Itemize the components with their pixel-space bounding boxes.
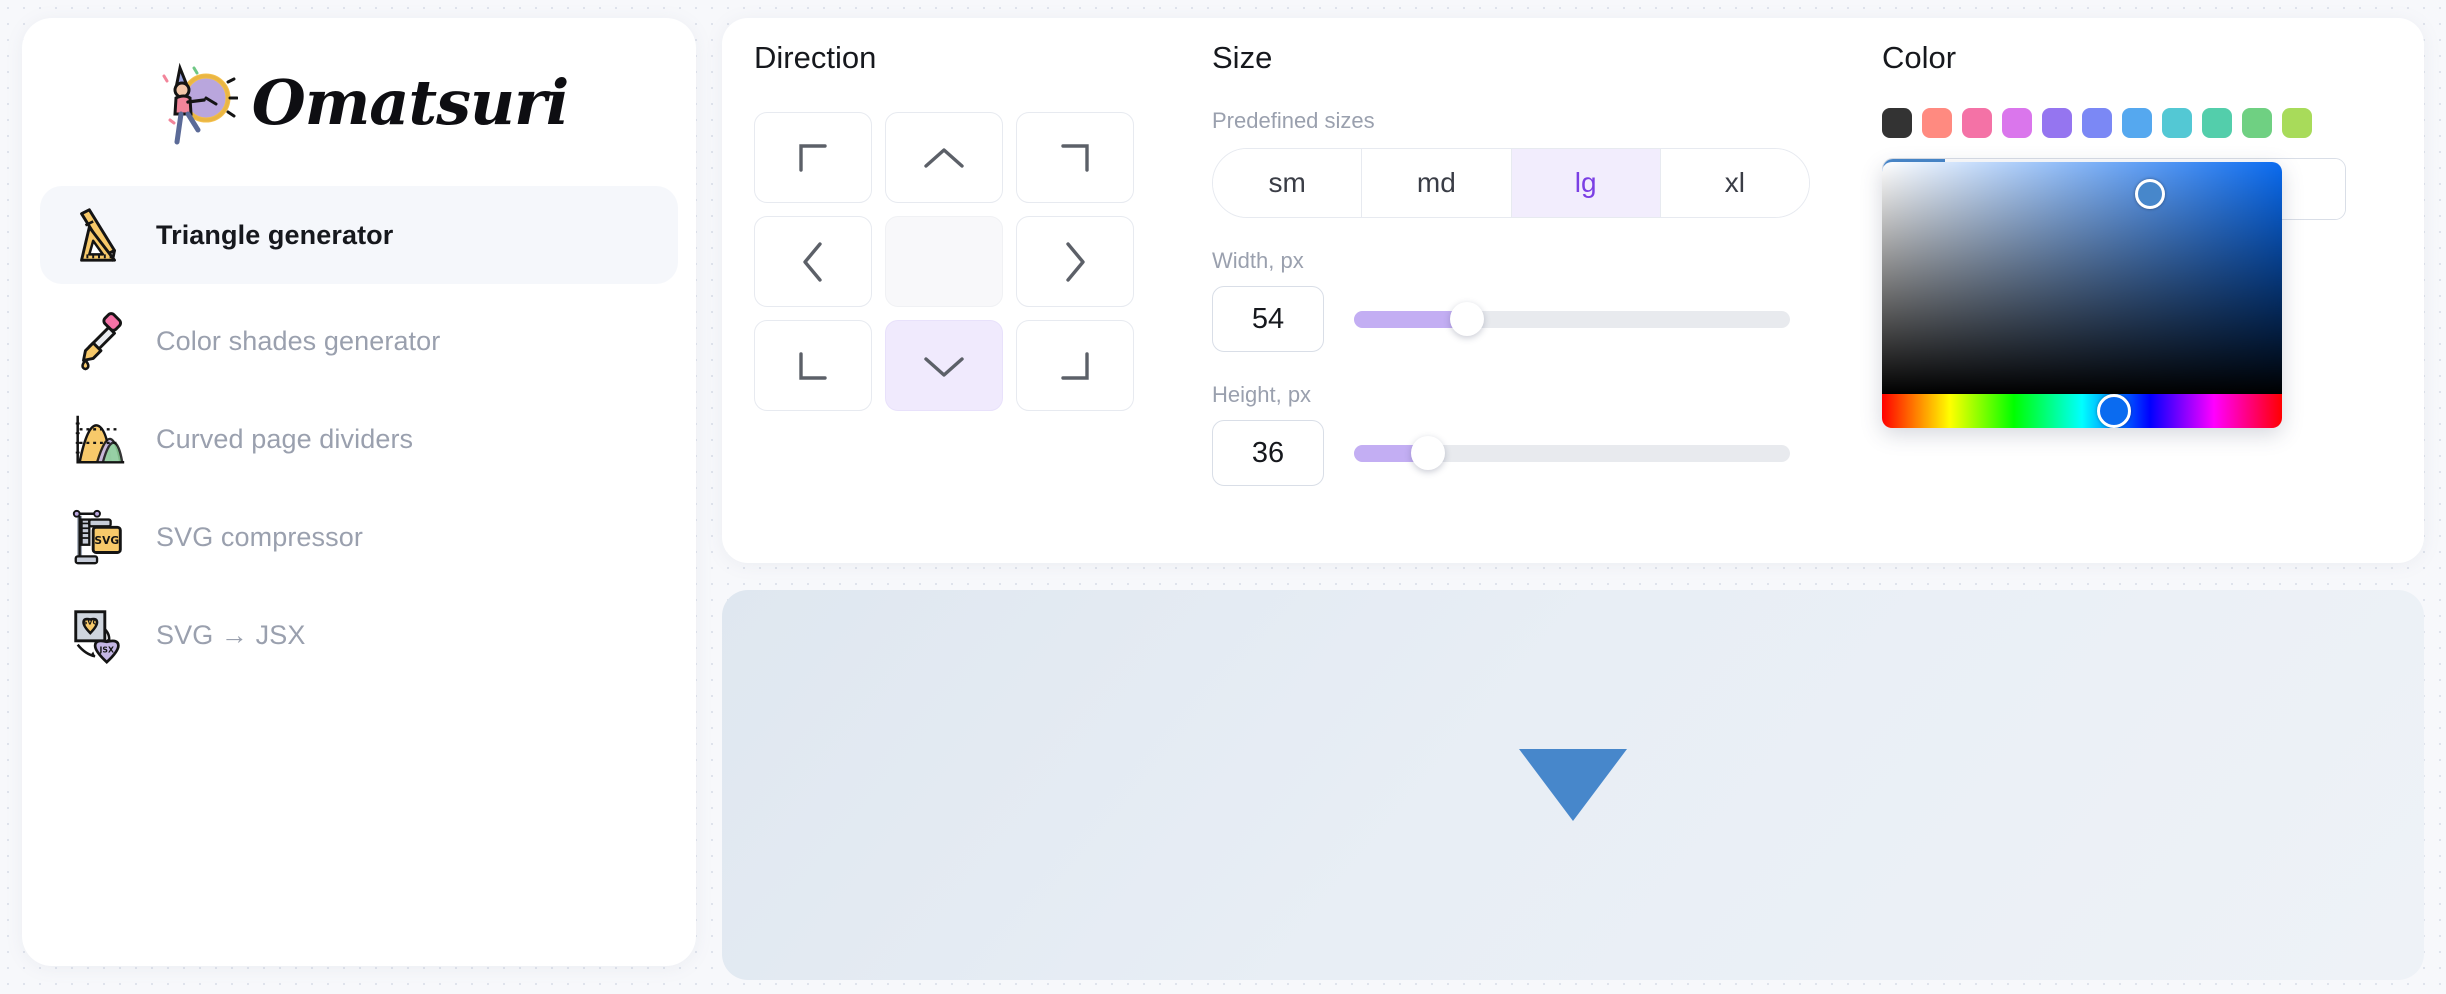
color-swatch-9[interactable] xyxy=(2242,108,2272,138)
sidebar-item-color-shades-generator[interactable]: Color shades generator xyxy=(40,292,678,390)
color-swatch-6[interactable] xyxy=(2122,108,2152,138)
direction-button-right[interactable] xyxy=(1016,216,1134,307)
svg-to-jsx-icon: SVG JSX xyxy=(74,610,120,664)
color-title: Color xyxy=(1882,40,1957,75)
direction-button-bottom[interactable] xyxy=(885,320,1003,411)
brand-name: Omatsuri xyxy=(251,65,570,139)
color-picker-popover xyxy=(1882,162,2282,428)
chevron-right-icon xyxy=(1066,241,1085,282)
sidebar: Omatsuri Triangle generator Color shades xyxy=(22,18,696,966)
size-preset-sm[interactable]: sm xyxy=(1213,149,1363,217)
sidebar-nav: Triangle generator Color shades generato… xyxy=(22,186,696,684)
direction-button-center xyxy=(885,216,1003,307)
predefined-sizes-segmented-control: sm md lg xl xyxy=(1212,148,1810,218)
width-input[interactable] xyxy=(1212,286,1324,352)
height-slider[interactable] xyxy=(1354,436,1790,470)
brand-logo[interactable]: Omatsuri xyxy=(22,18,696,186)
corner-top-left-icon xyxy=(799,143,827,172)
chevron-down-icon xyxy=(924,356,964,377)
size-preset-md[interactable]: md xyxy=(1362,149,1512,217)
color-swatch-2[interactable] xyxy=(1962,108,1992,138)
svg-text:JSX: JSX xyxy=(99,645,114,654)
clamp-svg-icon: SVG xyxy=(72,509,122,565)
color-swatch-4[interactable] xyxy=(2042,108,2072,138)
color-swatch-10[interactable] xyxy=(2282,108,2312,138)
color-swatch-1[interactable] xyxy=(1922,108,1952,138)
sidebar-item-label: SVG compressor xyxy=(156,521,363,552)
curve-chart-icon xyxy=(75,415,125,464)
height-input[interactable] xyxy=(1212,420,1324,486)
size-section: Size Predefined sizes sm md lg xl Width,… xyxy=(1212,40,1852,486)
corner-top-right-icon xyxy=(1061,143,1089,172)
eyedropper-icon xyxy=(81,312,123,371)
color-swatch-8[interactable] xyxy=(2202,108,2232,138)
sidebar-item-label: Triangle generator xyxy=(156,219,394,250)
sidebar-item-curved-page-dividers[interactable]: Curved page dividers xyxy=(40,390,678,488)
width-control: Width, px xyxy=(1212,248,1852,352)
color-swatch-0[interactable] xyxy=(1882,108,1912,138)
controls-card: Direction Size Predefined sizes sm md lg… xyxy=(722,18,2424,563)
sidebar-item-triangle-generator[interactable]: Triangle generator xyxy=(40,186,678,284)
sidebar-item-label: Curved page dividers xyxy=(156,423,414,454)
direction-button-top-left[interactable] xyxy=(754,112,872,203)
hue-slider[interactable] xyxy=(1882,394,2282,428)
direction-button-bottom-right[interactable] xyxy=(1016,320,1134,411)
direction-grid xyxy=(754,112,1174,411)
hue-slider-knob[interactable] xyxy=(2097,394,2131,428)
height-slider-knob[interactable] xyxy=(1411,436,1446,470)
svg-text:SVG: SVG xyxy=(82,618,98,626)
direction-button-left[interactable] xyxy=(754,216,872,307)
chevron-left-icon xyxy=(803,241,822,282)
sidebar-item-svg-to-jsx[interactable]: SVG JSX SVG → JSX xyxy=(40,586,678,684)
direction-button-top-right[interactable] xyxy=(1016,112,1134,203)
height-control: Height, px xyxy=(1212,382,1852,486)
direction-section: Direction xyxy=(754,40,1174,411)
preview-panel xyxy=(722,590,2424,980)
saturation-panel[interactable] xyxy=(1882,162,2282,394)
size-preset-lg[interactable]: lg xyxy=(1511,149,1661,217)
sidebar-item-label: SVG → JSX xyxy=(156,619,306,650)
size-title: Size xyxy=(1212,40,1273,75)
height-row xyxy=(1212,420,1852,486)
width-slider[interactable] xyxy=(1354,302,1790,336)
width-row xyxy=(1212,286,1852,352)
color-swatch-5[interactable] xyxy=(2082,108,2112,138)
color-swatch-list xyxy=(1882,108,2402,138)
sidebar-item-svg-compressor[interactable]: SVG SVG compressor xyxy=(40,488,678,586)
corner-bottom-left-icon xyxy=(799,351,827,380)
width-slider-knob[interactable] xyxy=(1450,302,1485,336)
height-label: Height, px xyxy=(1212,382,1312,407)
svg-text:SVG: SVG xyxy=(94,534,119,547)
festival-drummer-icon xyxy=(162,62,238,145)
width-label: Width, px xyxy=(1212,248,1304,273)
direction-button-bottom-left[interactable] xyxy=(754,320,872,411)
ruler-pencil-icon xyxy=(80,208,116,262)
saturation-cursor[interactable] xyxy=(2135,179,2165,210)
color-swatch-7[interactable] xyxy=(2162,108,2192,138)
corner-bottom-right-icon xyxy=(1061,351,1089,380)
direction-title: Direction xyxy=(754,40,877,75)
sidebar-item-label: Color shades generator xyxy=(156,325,441,356)
chevron-up-icon xyxy=(924,147,964,168)
direction-button-top[interactable] xyxy=(885,112,1003,203)
triangle-preview xyxy=(1519,749,1627,821)
color-swatch-3[interactable] xyxy=(2002,108,2032,138)
size-preset-xl[interactable]: xl xyxy=(1660,149,1809,217)
predefined-sizes-label: Predefined sizes xyxy=(1212,108,1375,133)
